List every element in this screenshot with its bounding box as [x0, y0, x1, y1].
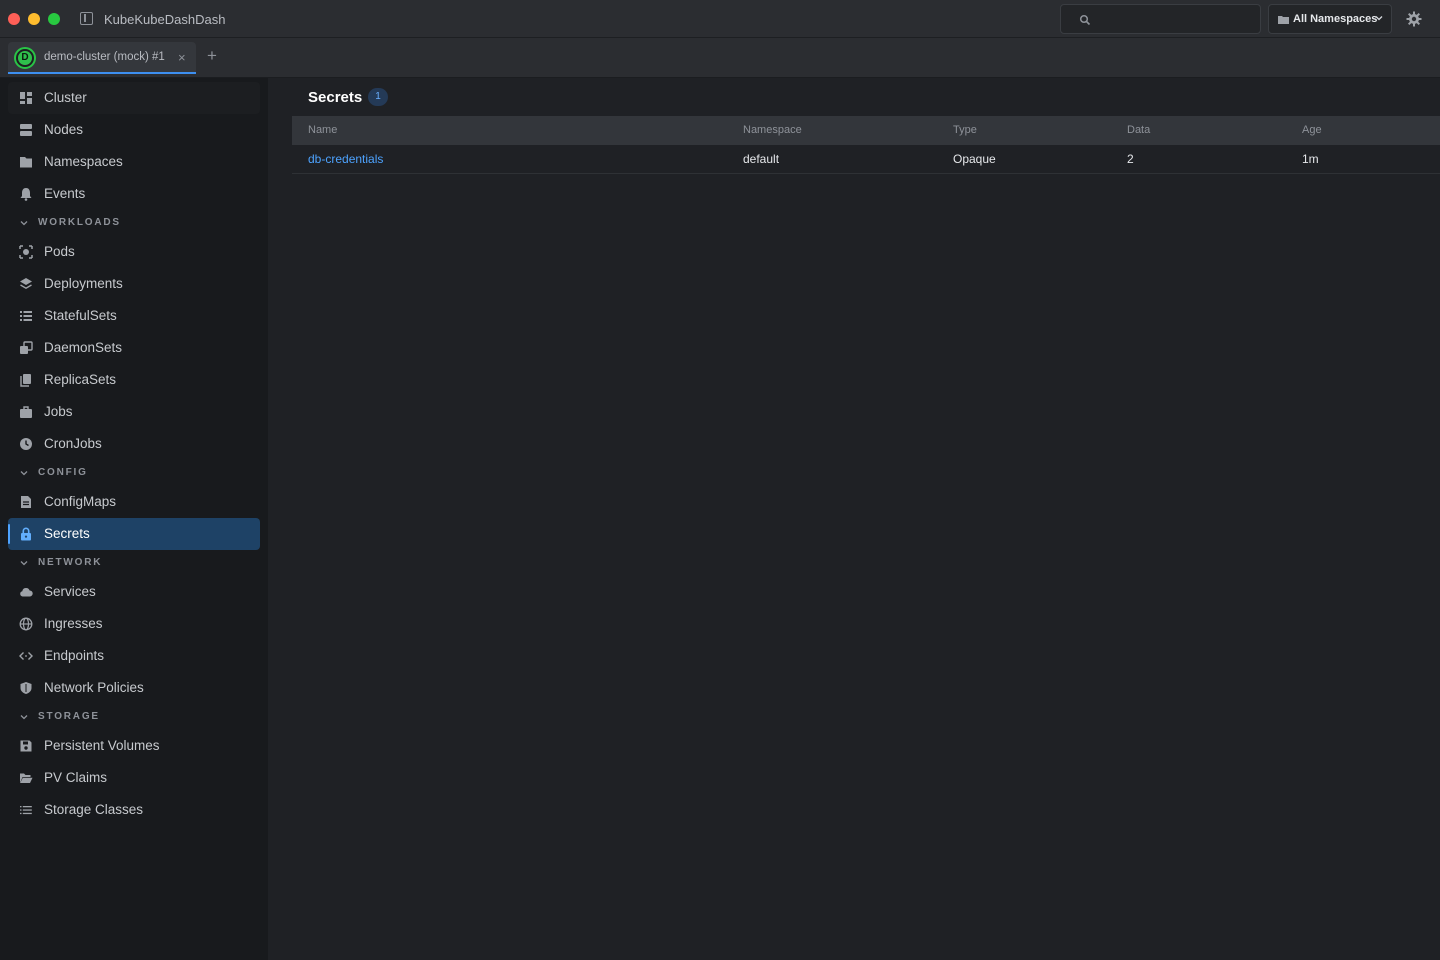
sidebar-item-configmaps[interactable]: ConfigMaps	[8, 486, 260, 518]
secret-data-count: 2	[1127, 152, 1134, 166]
sidebar-item-storage-classes[interactable]: Storage Classes	[8, 794, 260, 826]
code-icon	[19, 652, 33, 660]
cluster-tab-bar: D demo-cluster (mock) #1 × +	[0, 38, 1440, 78]
sidebar-item-jobs[interactable]: Jobs	[8, 396, 260, 428]
search-input[interactable]	[1060, 4, 1261, 34]
page-title: Secrets	[308, 89, 363, 106]
table-header: Name Namespace Type Data Age	[292, 116, 1440, 145]
sidebar-item-cluster[interactable]: Cluster	[8, 82, 260, 114]
sidebar-item-cronjobs[interactable]: CronJobs	[8, 428, 260, 460]
search-icon	[1079, 14, 1091, 26]
chevron-down-icon	[20, 471, 28, 476]
sidebar-toggle-icon[interactable]	[80, 12, 93, 25]
document-icon	[21, 496, 31, 508]
close-window-button[interactable]	[8, 13, 20, 25]
sidebar-item-statefulsets[interactable]: StatefulSets	[8, 300, 260, 332]
secret-age: 1m	[1302, 152, 1319, 166]
sidebar: Cluster Nodes Namespaces Events WORKLOAD…	[0, 78, 268, 960]
sidebar-item-secrets[interactable]: Secrets	[8, 518, 260, 550]
briefcase-icon	[20, 406, 32, 418]
copy-icon	[20, 341, 33, 354]
sidebar-item-replicasets[interactable]: ReplicaSets	[8, 364, 260, 396]
sidebar-item-nodes[interactable]: Nodes	[8, 114, 260, 146]
sidebar-item-network-policies[interactable]: Network Policies	[8, 672, 260, 704]
secret-name-link[interactable]: db-credentials	[308, 152, 383, 166]
cloud-icon	[20, 588, 33, 597]
layers-icon	[20, 278, 32, 290]
column-header-namespace[interactable]: Namespace	[743, 124, 802, 136]
namespace-select[interactable]: All Namespaces	[1268, 4, 1392, 34]
dashboard-icon	[20, 92, 32, 104]
column-header-age[interactable]: Age	[1302, 124, 1322, 136]
cluster-tab[interactable]: D demo-cluster (mock) #1 ×	[8, 42, 196, 74]
add-tab-button[interactable]: +	[207, 46, 217, 66]
column-header-type[interactable]: Type	[953, 124, 977, 136]
shield-icon	[20, 682, 32, 694]
save-icon	[20, 740, 32, 752]
sidebar-item-pods[interactable]: Pods	[8, 236, 260, 268]
zoom-window-button[interactable]	[48, 13, 60, 25]
chevron-down-icon	[20, 221, 28, 226]
secret-type: Opaque	[953, 152, 996, 166]
chevron-down-icon	[20, 561, 28, 566]
sidebar-item-events[interactable]: Events	[8, 178, 260, 210]
bell-icon	[20, 188, 32, 201]
close-tab-icon[interactable]: ×	[178, 50, 186, 65]
sidebar-item-persistent-volumes[interactable]: Persistent Volumes	[8, 730, 260, 762]
clock-icon	[20, 438, 32, 450]
sidebar-item-endpoints[interactable]: Endpoints	[8, 640, 260, 672]
main-content: Secrets 1 Name Namespace Type Data Age d…	[268, 78, 1440, 960]
column-header-name[interactable]: Name	[308, 124, 337, 136]
globe-icon	[19, 617, 33, 631]
sidebar-item-deployments[interactable]: Deployments	[8, 268, 260, 300]
lines-icon	[20, 806, 32, 815]
count-badge: 1	[368, 88, 388, 106]
cluster-avatar: D	[14, 47, 36, 69]
sidebar-item-services[interactable]: Services	[8, 576, 260, 608]
chevron-down-icon	[1375, 16, 1383, 21]
namespace-select-value: All Namespaces	[1293, 13, 1378, 25]
minimize-window-button[interactable]	[28, 13, 40, 25]
sidebar-item-namespaces[interactable]: Namespaces	[8, 146, 260, 178]
cluster-tab-label: demo-cluster (mock) #1	[44, 51, 165, 63]
secret-namespace: default	[743, 152, 780, 166]
server-icon	[20, 124, 32, 136]
sidebar-item-pv-claims[interactable]: PV Claims	[8, 762, 260, 794]
lock-icon	[21, 527, 31, 541]
list-icon	[20, 311, 32, 321]
column-header-data[interactable]: Data	[1127, 124, 1150, 136]
sidebar-item-ingresses[interactable]: Ingresses	[8, 608, 260, 640]
sidebar-item-daemonsets[interactable]: DaemonSets	[8, 332, 260, 364]
pod-icon	[19, 245, 33, 259]
folder-icon	[20, 157, 32, 168]
gear-icon[interactable]	[1406, 11, 1422, 27]
stack-icon	[20, 374, 31, 387]
app-title: KubeKubeDashDash	[104, 12, 226, 27]
title-bar: KubeKubeDashDash All Namespaces	[0, 0, 1440, 38]
folder-open-icon	[20, 773, 33, 783]
chevron-down-icon	[20, 715, 28, 720]
table-row[interactable]: db-credentials default Opaque 2 1m	[292, 145, 1440, 174]
folder-icon	[1278, 16, 1289, 24]
